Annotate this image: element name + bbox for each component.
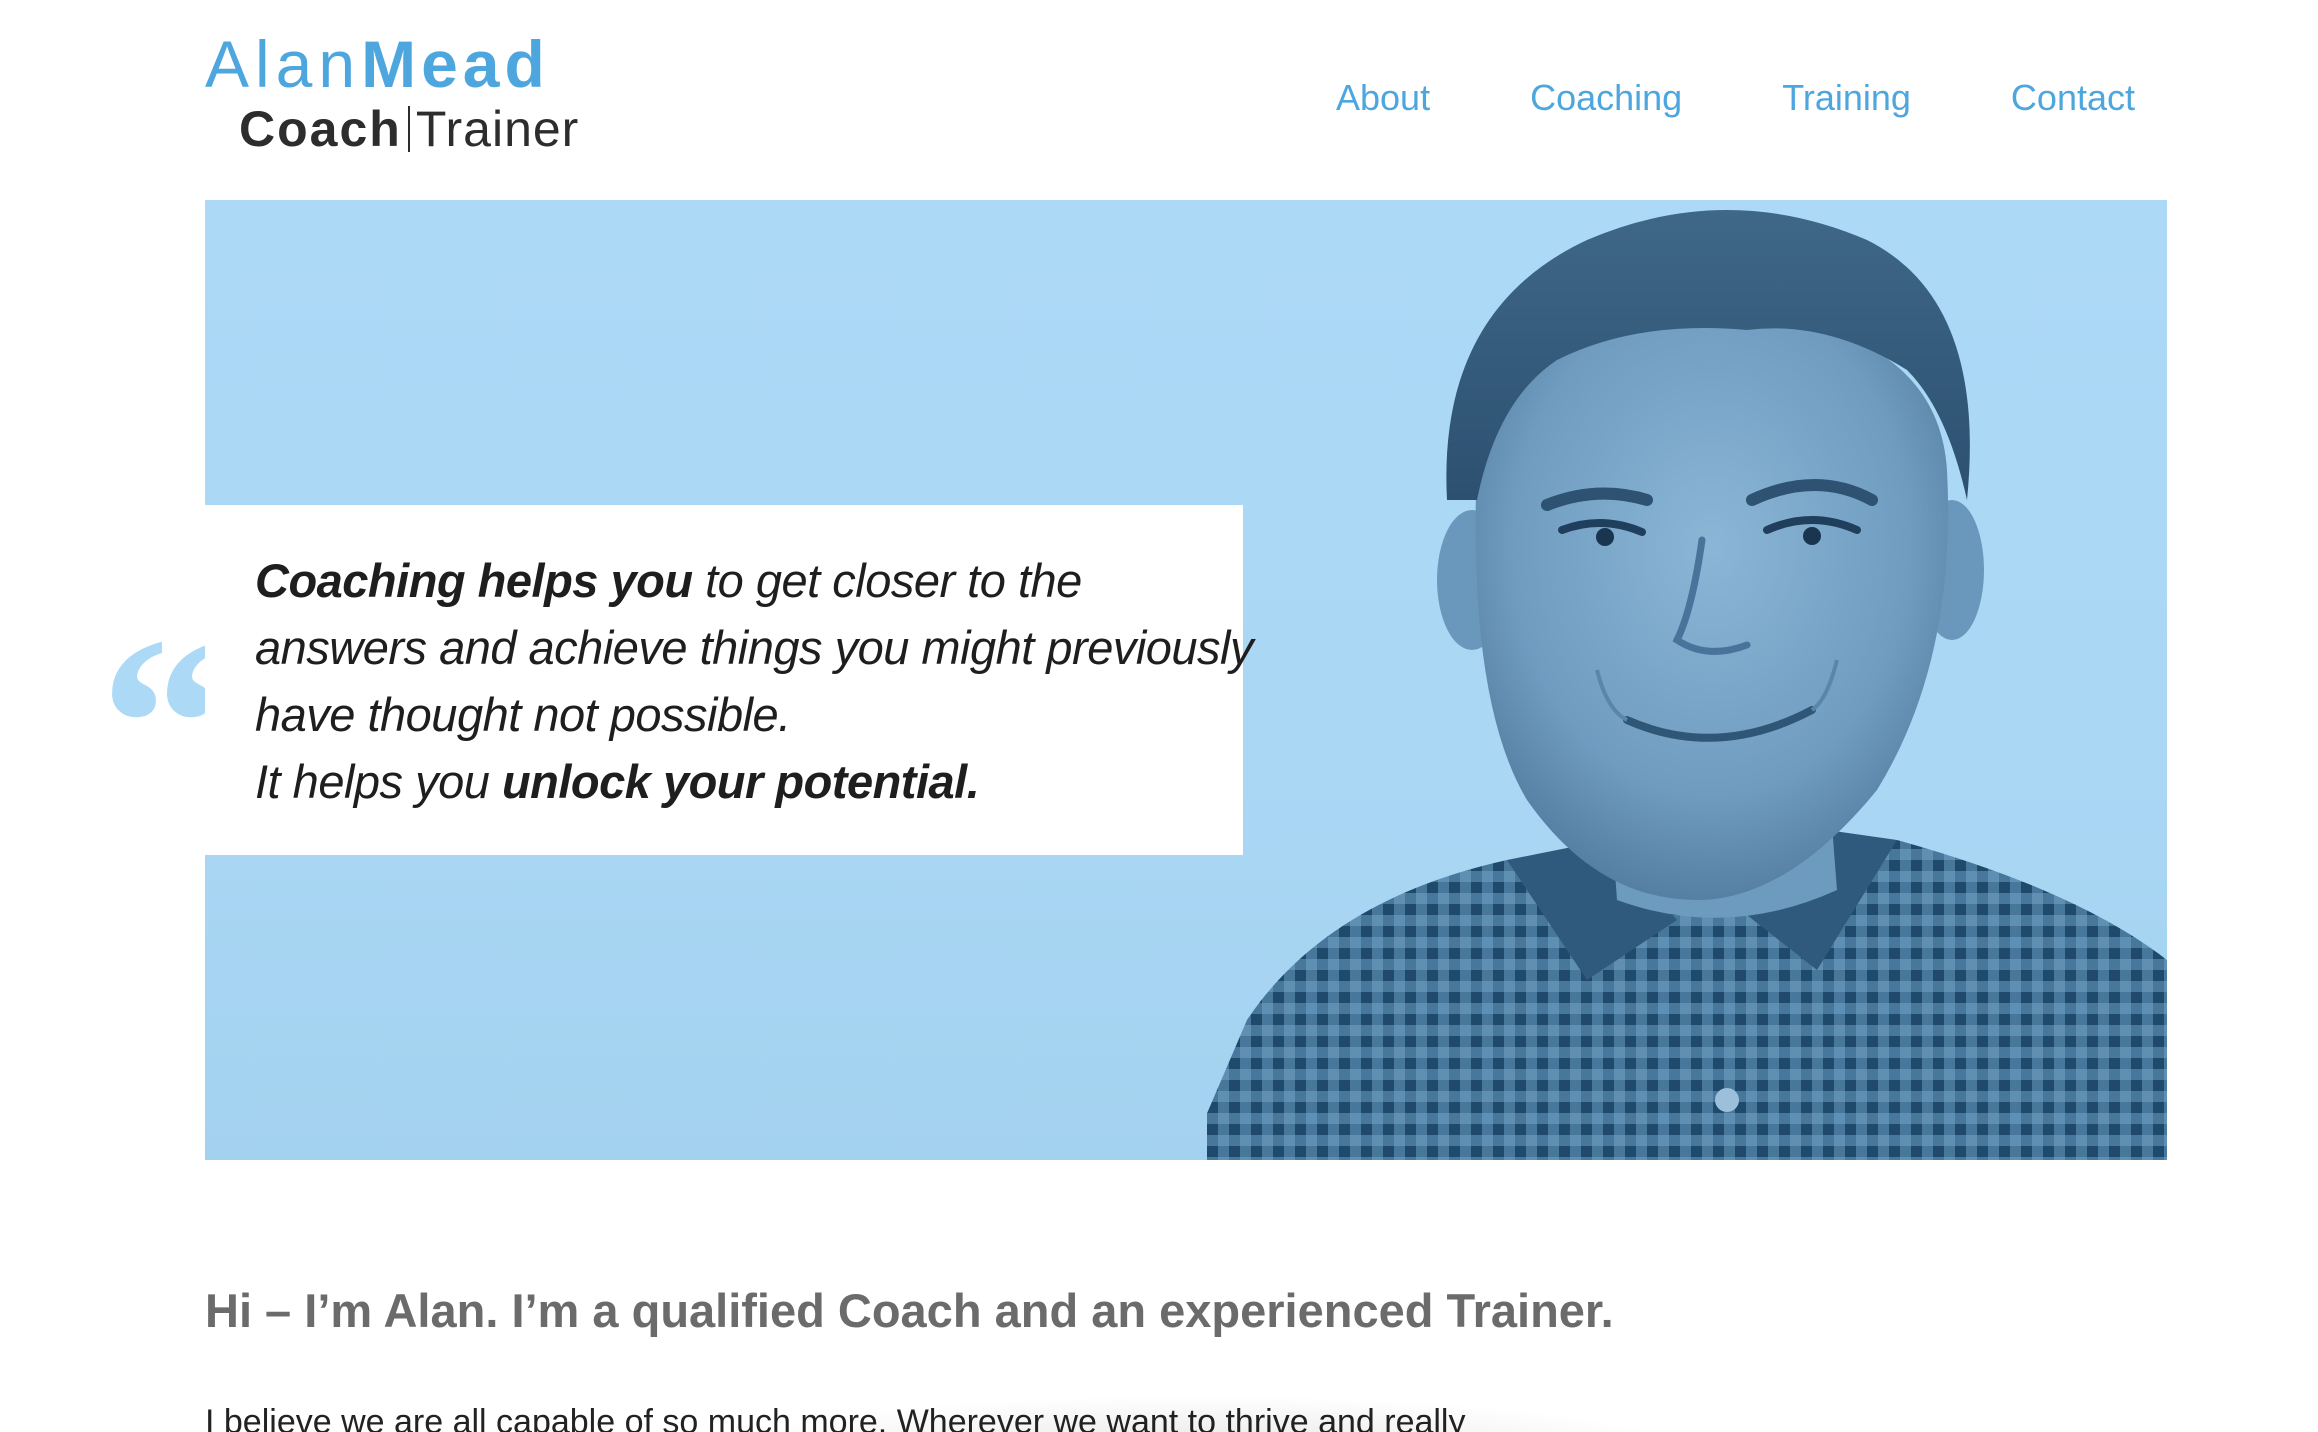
quote-line-1-rest: to get closer to the (692, 554, 1082, 607)
quote-line-3: have thought not possible. (255, 688, 791, 741)
nav-training[interactable]: Training (1782, 76, 1911, 120)
site-logo[interactable]: AlanMead Coach Trainer (205, 28, 585, 158)
intro-heading: Hi – I’m Alan. I’m a qualified Coach and… (205, 1284, 1614, 1337)
quote-line-1: Coaching helps you to get closer to the (255, 547, 1245, 614)
portrait-image (1207, 210, 2167, 1160)
page: AlanMead Coach Trainer About Coaching Tra… (0, 0, 2318, 1432)
quote-mark-icon: “ (100, 586, 225, 863)
nav-about[interactable]: About (1336, 76, 1430, 120)
hero-quote: Coaching helps you to get closer to the … (255, 547, 1254, 815)
quote-line-4: It helps you unlock your potential. (255, 748, 1245, 815)
nav-coaching[interactable]: Coaching (1530, 76, 1682, 120)
main-nav: About Coaching Training Contact (1336, 76, 2135, 120)
intro-paragraph: I believe we are all capable of so much … (205, 1403, 1466, 1432)
logo-name: AlanMead (205, 28, 550, 100)
logo-trainer: Trainer (415, 101, 580, 157)
hero-quote-box: Coaching helps you to get closer to the … (205, 505, 1254, 855)
logo-first-name: Alan (205, 27, 362, 101)
quote-emphasis-1: Coaching helps you (255, 554, 693, 607)
quote-line-4-start: It helps you (255, 755, 502, 808)
logo-coach: Coach (239, 101, 402, 157)
nav-contact[interactable]: Contact (2011, 76, 2135, 120)
quote-emphasis-2: unlock your potential. (501, 755, 980, 808)
logo-separator (407, 106, 410, 152)
logo-tagline: Coach Trainer (239, 100, 579, 158)
logo-last-name: Mead (361, 27, 550, 101)
quote-line-2: answers and achieve things you might pre… (255, 621, 1254, 674)
